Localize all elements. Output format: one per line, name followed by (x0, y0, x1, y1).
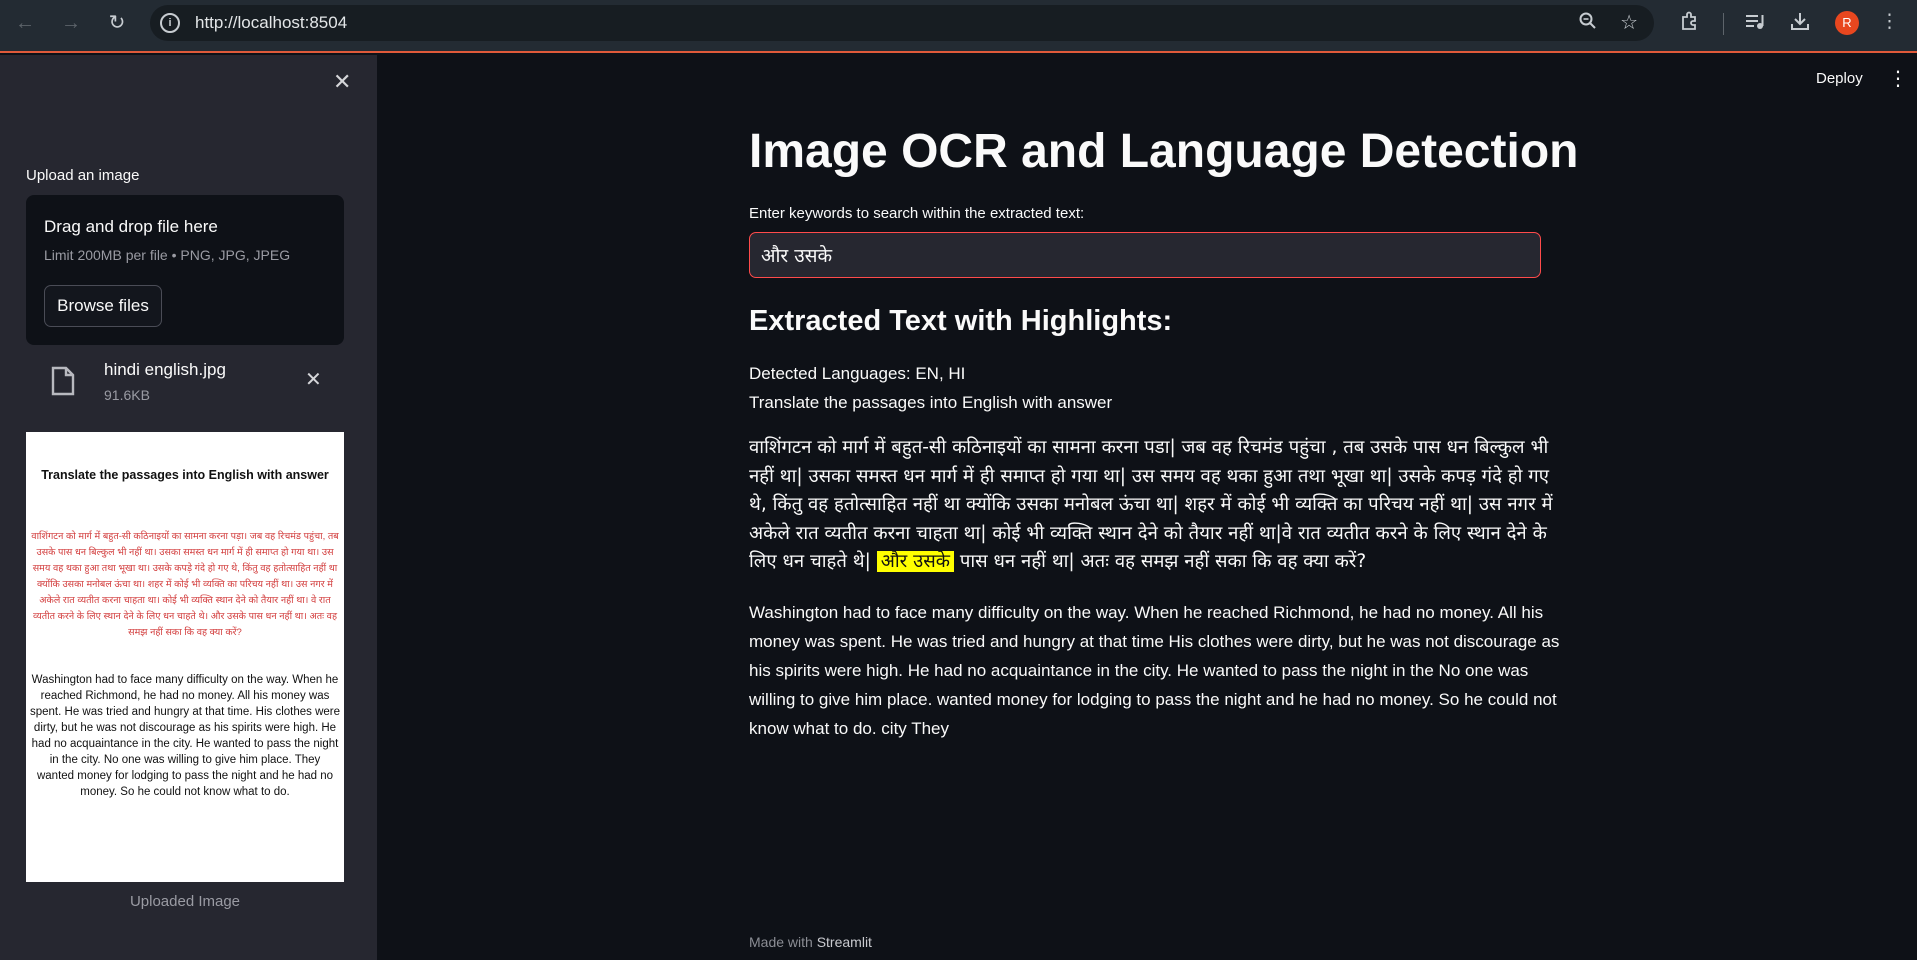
image-caption: Uploaded Image (129, 893, 241, 910)
toolbar-divider (1723, 13, 1724, 35)
keyword-highlight: और उसके (876, 551, 954, 572)
preview-title: Translate the passages into English with… (41, 468, 329, 482)
footer: Made with Streamlit (749, 934, 872, 950)
zoom-icon[interactable] (1578, 11, 1598, 36)
detected-languages: Detected Languages: EN, HI (749, 364, 966, 383)
main-menu-icon[interactable]: ⋮ (1888, 66, 1908, 91)
page-title: Image OCR and Language Detection (749, 125, 1579, 178)
file-dropzone[interactable]: Drag and drop file here Limit 200MB per … (26, 195, 344, 345)
address-bar[interactable]: i http://localhost:8504 ☆ (150, 5, 1654, 41)
dropzone-title: Drag and drop file here (44, 217, 218, 236)
preview-english-text: Washington had to face many difficulty o… (30, 674, 341, 798)
dropzone-limit: Limit 200MB per file • PNG, JPG, JPEG (44, 247, 291, 263)
extracted-english-paragraph: Washington had to face many difficulty o… (749, 603, 1560, 738)
uploaded-file-name: hindi english.jpg (104, 360, 226, 379)
browser-toolbar: ← → ↻ i http://localhost:8504 ☆ R ⋮ (0, 0, 1917, 53)
remove-file-icon[interactable]: ✕ (305, 367, 322, 392)
site-info-icon[interactable]: i (160, 13, 180, 33)
bookmark-star-icon[interactable]: ☆ (1620, 10, 1638, 35)
media-control-icon[interactable] (1744, 10, 1766, 38)
extracted-hindi-paragraph: वाशिंगटन को मार्ग में बहुत-सी कठिनाइयों … (749, 434, 1561, 577)
uploaded-image-preview: Translate the passages into English with… (26, 432, 344, 882)
sidebar-close-icon[interactable]: ✕ (333, 69, 351, 95)
uploaded-file-size: 91.6KB (104, 387, 150, 403)
deploy-button[interactable]: Deploy (1816, 70, 1863, 87)
upload-label: Upload an image (26, 167, 140, 184)
keyword-search-input[interactable] (749, 232, 1541, 278)
sidebar: ✕ Upload an image Drag and drop file her… (0, 55, 377, 960)
back-arrow-icon[interactable]: ← (12, 10, 38, 36)
extensions-icon[interactable] (1679, 10, 1701, 38)
hindi-text-after: पास धन नहीं था| अतः वह समझ नहीं सका कि व… (959, 551, 1367, 572)
download-icon[interactable] (1789, 10, 1811, 38)
profile-avatar[interactable]: R (1835, 11, 1859, 35)
forward-arrow-icon[interactable]: → (58, 10, 84, 36)
footer-prefix: Made with (749, 934, 813, 950)
browser-menu-icon[interactable]: ⋮ (1880, 10, 1899, 33)
browse-files-button[interactable]: Browse files (44, 285, 162, 327)
url-text[interactable]: http://localhost:8504 (195, 13, 347, 33)
streamlit-link[interactable]: Streamlit (817, 934, 872, 950)
preview-hindi-text: वाशिंगटन को मार्ग में बहुत-सी कठिनाइयों … (31, 531, 339, 638)
section-heading: Extracted Text with Highlights: (749, 305, 1173, 337)
file-icon (51, 366, 75, 396)
keyword-label: Enter keywords to search within the extr… (749, 205, 1085, 222)
extracted-first-line: Translate the passages into English with… (749, 393, 1113, 412)
reload-icon[interactable]: ↻ (104, 10, 130, 36)
